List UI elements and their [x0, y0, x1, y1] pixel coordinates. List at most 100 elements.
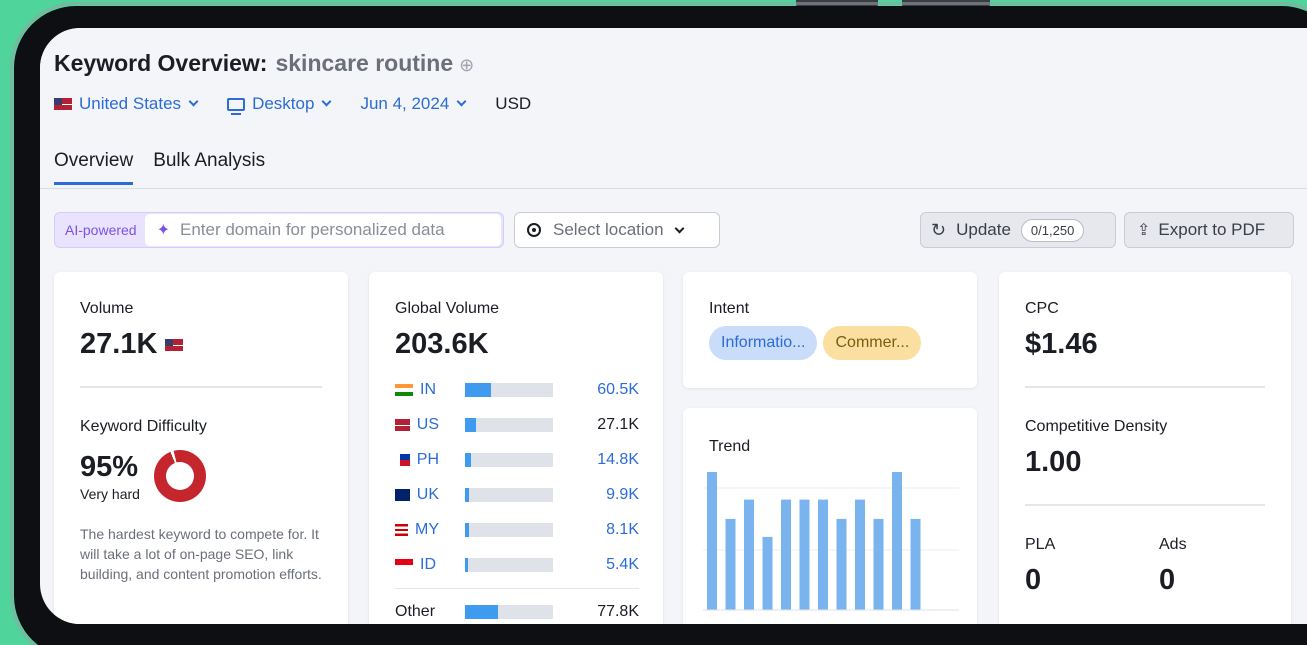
- phone-frame: Keyword Overview: skincare routine ⊕ Unite…: [10, 2, 1307, 645]
- filter-bar: United States Desktop Jun 4, 2024 USD: [54, 94, 561, 115]
- trend-bar: [836, 518, 847, 610]
- country-value: 60.5K: [597, 381, 639, 398]
- tab-bar: Overview Bulk Analysis: [54, 150, 285, 185]
- ads-label: Ads: [1159, 536, 1187, 553]
- domain-input[interactable]: ✦ Enter domain for personalized data: [144, 214, 501, 246]
- intent-tag-commercial[interactable]: Commer...: [823, 326, 922, 360]
- ads-value: 0: [1159, 564, 1176, 596]
- country-code[interactable]: UK: [395, 486, 439, 504]
- country-value: 9.9K: [606, 486, 639, 503]
- kd-row: 95% Very hard: [80, 450, 206, 502]
- country-code[interactable]: PH: [395, 451, 439, 469]
- country-code-label: PH: [416, 451, 439, 468]
- in-flag-icon: [395, 384, 413, 396]
- trend-bar: [744, 499, 754, 610]
- country-row: IN 60.5K: [395, 380, 639, 400]
- other-label: Other: [395, 603, 436, 620]
- country-bar-fill: [465, 383, 492, 397]
- country-row: MY 8.1K: [395, 520, 639, 540]
- volume-value: 27.1K: [80, 328, 158, 360]
- country-bar-fill: [465, 558, 468, 572]
- country-code[interactable]: MY: [395, 521, 439, 539]
- other-value: 77.8K: [597, 603, 639, 620]
- country-value: 8.1K: [606, 521, 639, 538]
- country-bar: [465, 558, 553, 572]
- country-bar: [465, 418, 553, 432]
- location-placeholder: Select location: [553, 220, 664, 239]
- trend-bar: [855, 499, 865, 610]
- currency-label: USD: [495, 94, 532, 113]
- country-row: PH 14.8K: [395, 450, 639, 470]
- us-flag-icon: [395, 419, 410, 431]
- country-code[interactable]: US: [395, 416, 439, 434]
- export-label: Export to PDF: [1158, 220, 1266, 239]
- pla-value: 0: [1025, 564, 1042, 596]
- volume-label: Volume: [80, 300, 134, 317]
- country-code-label: ID: [420, 556, 436, 573]
- kd-description: The hardest keyword to compete for. It w…: [80, 526, 322, 582]
- country-code-label: MY: [415, 521, 439, 538]
- update-button[interactable]: ↻ Update 0/1,250: [920, 212, 1116, 248]
- cpc-card: CPC $1.46 Competitive Density 1.00 PLA 0…: [999, 272, 1291, 624]
- country-value: 5.4K: [606, 556, 639, 573]
- country-bar: [465, 523, 553, 537]
- app-screen: Keyword Overview: skincare routine ⊕ Unite…: [40, 28, 1307, 624]
- tab-overview[interactable]: Overview: [54, 150, 134, 185]
- country-code[interactable]: ID: [395, 556, 439, 574]
- export-icon: ⇪: [1137, 222, 1151, 239]
- country-code-label: US: [416, 416, 439, 433]
- trend-label: Trend: [709, 438, 751, 455]
- country-row: US 27.1K: [395, 415, 639, 435]
- export-pdf-button[interactable]: ⇪ Export to PDF: [1124, 212, 1294, 248]
- divider: [1025, 386, 1265, 388]
- country-bar: [465, 488, 553, 502]
- device-dropdown[interactable]: Desktop: [227, 94, 332, 115]
- location-pin-icon: [527, 223, 541, 237]
- trend-bar: [799, 499, 810, 610]
- chevron-down-icon: [188, 96, 199, 107]
- us-flag-icon: [54, 98, 72, 110]
- country-code[interactable]: IN: [395, 381, 439, 399]
- ai-powered-badge: AI-powered: [65, 222, 137, 238]
- competitive-density-label: Competitive Density: [1025, 418, 1168, 435]
- my-flag-icon: [395, 524, 408, 536]
- cpc-label: CPC: [1025, 300, 1059, 317]
- date-label: Jun 4, 2024: [360, 94, 450, 113]
- ai-domain-box: AI-powered ✦ Enter domain for personaliz…: [54, 212, 504, 248]
- trend-bar: [892, 472, 902, 610]
- title-keyword: skincare routine: [275, 50, 454, 76]
- country-code-label: UK: [416, 486, 439, 503]
- country-row: UK 9.9K: [395, 485, 639, 505]
- trend-bar: [873, 518, 884, 610]
- trend-chart: [703, 472, 959, 611]
- add-keyword-icon[interactable]: ⊕: [459, 55, 474, 75]
- tab-bulk-analysis[interactable]: Bulk Analysis: [153, 150, 265, 185]
- intent-tags: Informatio... Commer...: [709, 326, 922, 360]
- date-dropdown[interactable]: Jun 4, 2024: [360, 94, 467, 114]
- trend-bar: [762, 536, 773, 610]
- country-bar-fill: [465, 488, 470, 502]
- kd-value: 95%: [80, 450, 139, 483]
- country-dropdown[interactable]: United States: [54, 94, 199, 114]
- country-label: United States: [79, 94, 182, 113]
- trend-card: Trend: [683, 408, 977, 624]
- kd-level: Very hard: [80, 485, 140, 502]
- other-bar: [465, 605, 553, 619]
- kd-label: Keyword Difficulty: [80, 418, 207, 435]
- tabs-divider: [40, 188, 1307, 189]
- country-value: 27.1K: [597, 416, 639, 433]
- title-prefix: Keyword Overview:: [54, 50, 268, 76]
- id-flag-icon: [395, 559, 413, 571]
- kd-donut-chart: [153, 450, 206, 502]
- global-volume-label: Global Volume: [395, 300, 500, 317]
- competitive-density-value: 1.00: [1025, 446, 1082, 478]
- page-title: Keyword Overview: skincare routine ⊕: [54, 50, 474, 77]
- country-bar: [465, 383, 553, 397]
- country-row-other: Other 77.8K: [395, 602, 639, 622]
- location-select[interactable]: Select location: [514, 212, 720, 248]
- other-bar-fill: [465, 605, 499, 619]
- pla-label: PLA: [1025, 536, 1056, 553]
- intent-label: Intent: [709, 300, 750, 317]
- intent-tag-informational[interactable]: Informatio...: [709, 326, 818, 360]
- country-bar-fill: [465, 418, 477, 432]
